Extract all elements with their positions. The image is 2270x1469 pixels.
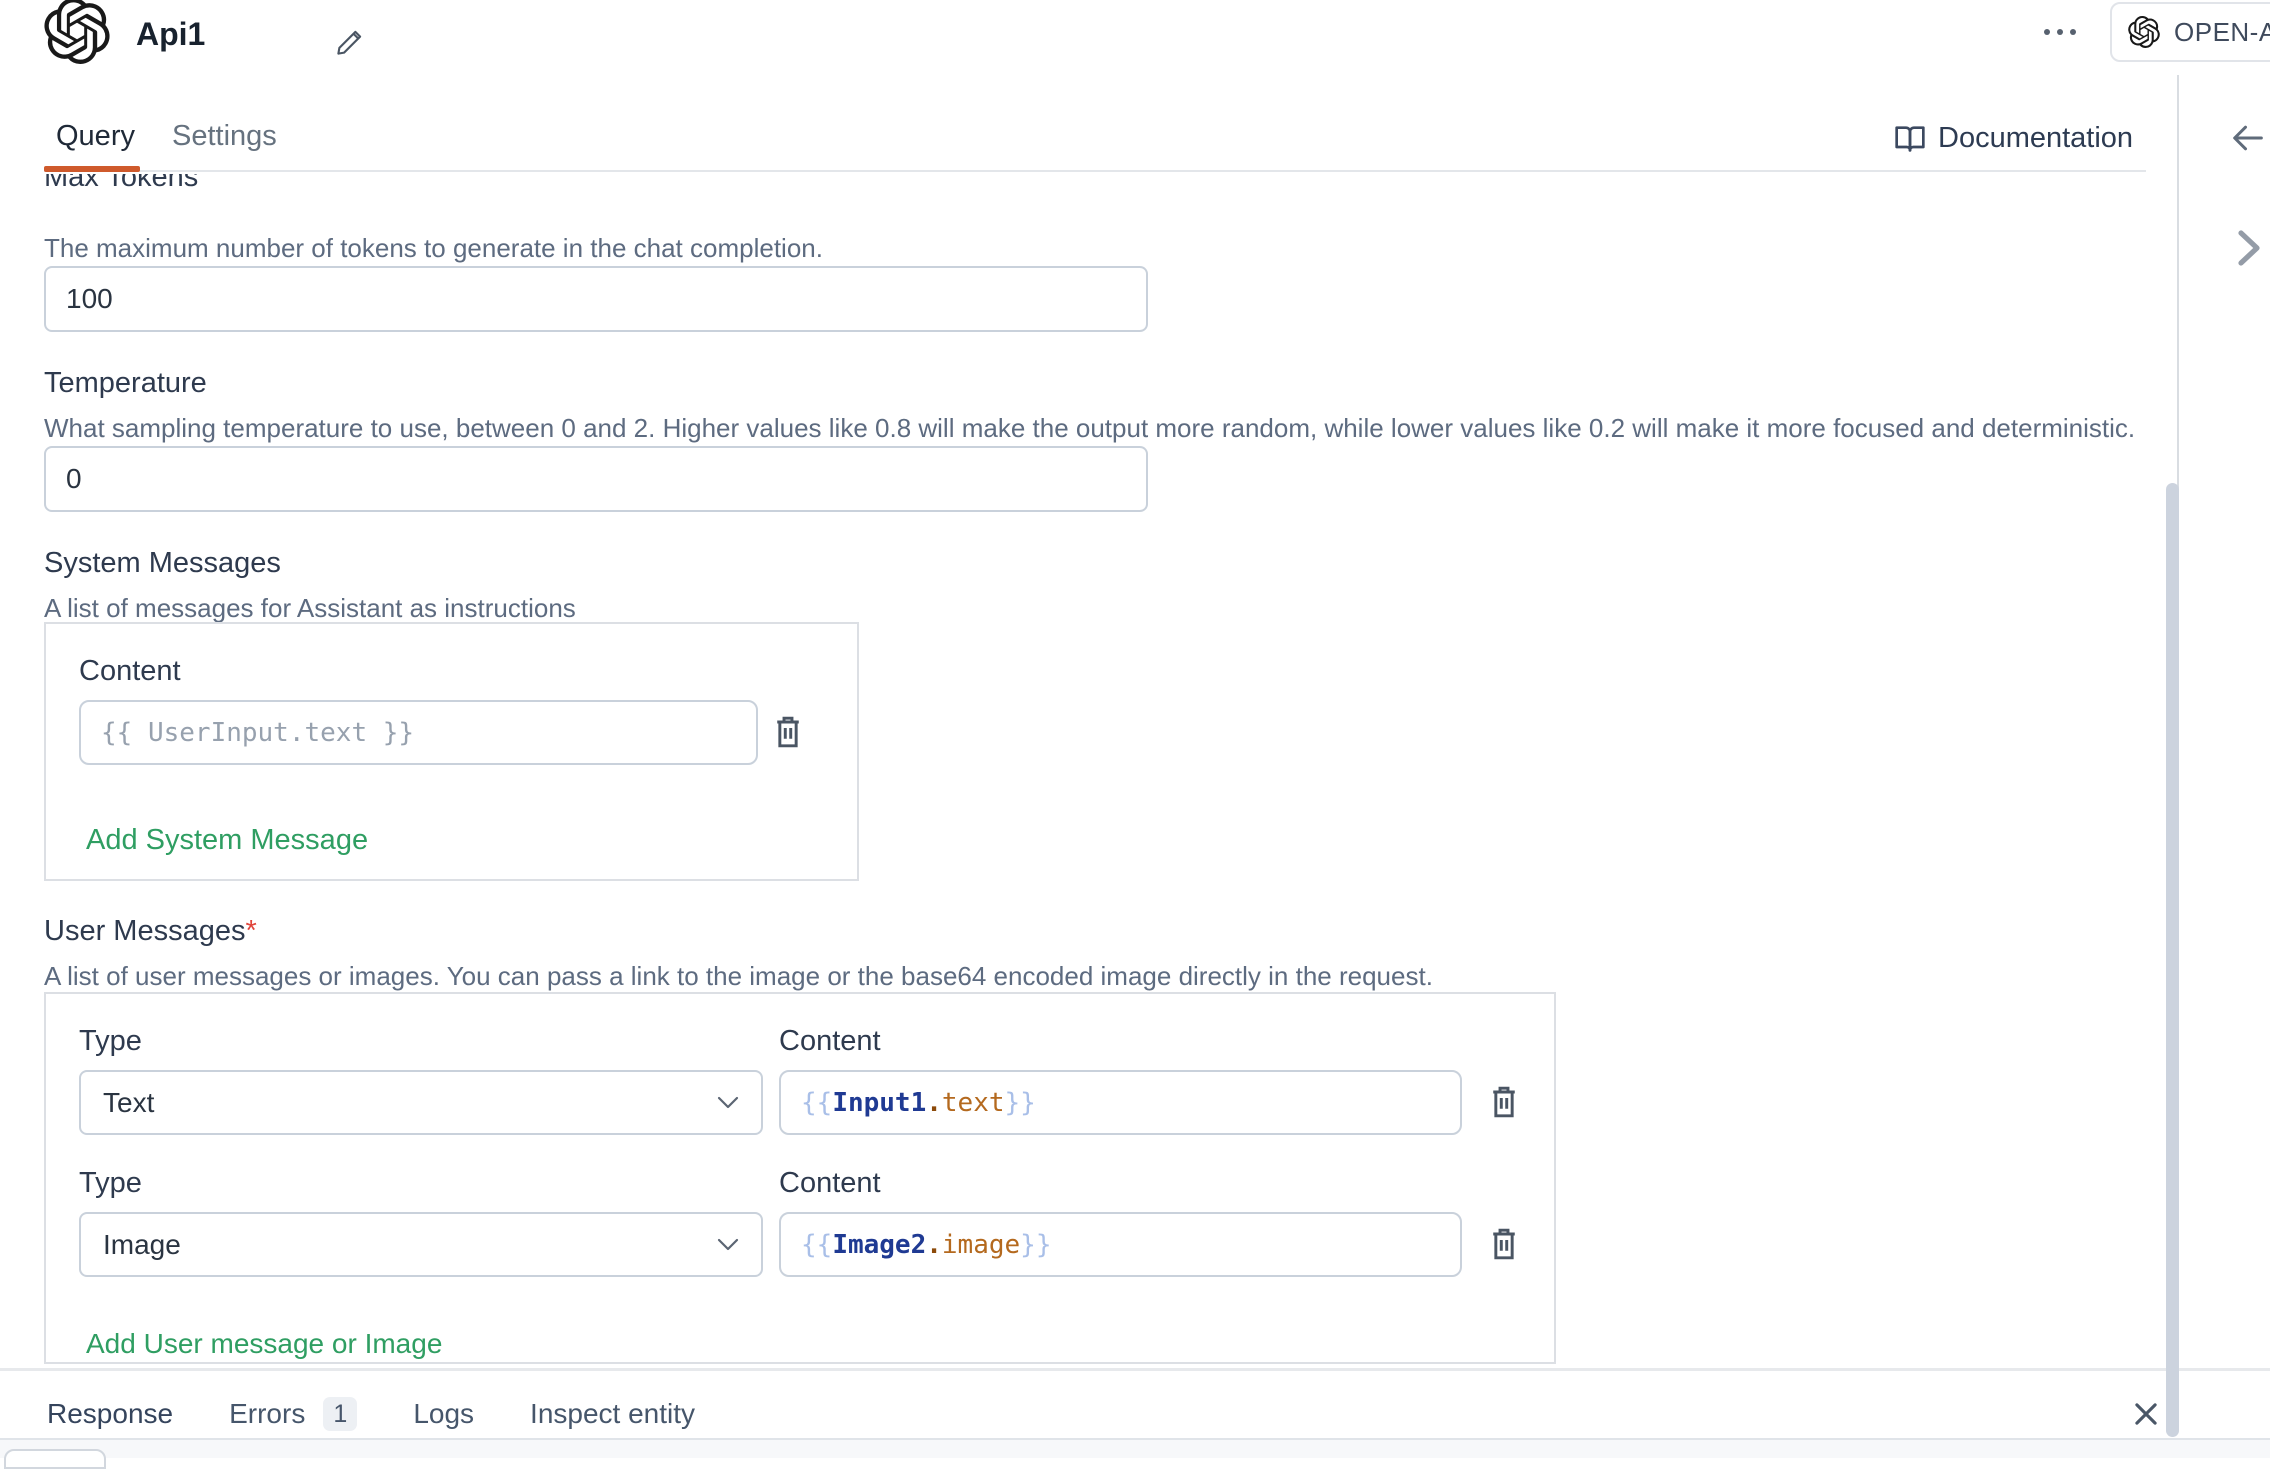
tab-logs[interactable]: Logs bbox=[413, 1398, 474, 1430]
more-options-button[interactable] bbox=[2038, 24, 2082, 40]
response-panel-tabs: Response Errors 1 Logs Inspect entity bbox=[47, 1397, 695, 1431]
chevron-down-icon bbox=[717, 1096, 739, 1109]
delete-system-message-button[interactable] bbox=[770, 712, 806, 752]
system-messages-description: A list of messages for Assistant as inst… bbox=[44, 592, 576, 624]
delete-row1-button[interactable] bbox=[1486, 1082, 1522, 1122]
book-icon bbox=[1894, 124, 1926, 154]
max-tokens-value: 100 bbox=[66, 283, 113, 315]
tab-query[interactable]: Query bbox=[56, 120, 135, 153]
temperature-description: What sampling temperature to use, betwee… bbox=[44, 412, 2135, 444]
pencil-icon bbox=[335, 27, 365, 57]
response-chip bbox=[4, 1449, 106, 1469]
system-content-label: Content bbox=[79, 654, 181, 688]
user-messages-label: User Messages* bbox=[44, 914, 257, 948]
datasource-label: OPEN-AI bbox=[2174, 17, 2270, 48]
system-messages-label: System Messages bbox=[44, 546, 281, 580]
tab-settings[interactable]: Settings bbox=[172, 120, 277, 153]
tab-errors[interactable]: Errors 1 bbox=[229, 1397, 357, 1431]
response-body-area bbox=[0, 1440, 2270, 1458]
trash-icon bbox=[1489, 1227, 1519, 1261]
user-messages-description: A list of user messages or images. You c… bbox=[44, 960, 1433, 992]
row2-type-label: Type bbox=[79, 1166, 142, 1200]
tab-response[interactable]: Response bbox=[47, 1398, 173, 1430]
system-messages-group: Content {{ UserInput.text }} Add System … bbox=[44, 622, 859, 881]
add-user-message-link[interactable]: Add User message or Image bbox=[86, 1328, 442, 1360]
openai-logo-icon bbox=[44, 0, 110, 64]
tab-inspect-entity[interactable]: Inspect entity bbox=[530, 1398, 695, 1430]
row2-content-label: Content bbox=[779, 1166, 881, 1200]
row1-type-select[interactable]: Text bbox=[79, 1070, 763, 1135]
api-editor-page: Api1 OPEN-AI Query Settings Documentatio… bbox=[0, 0, 2270, 1458]
row1-content-input[interactable]: {{Input1.text}} bbox=[779, 1070, 1462, 1135]
row1-type-label: Type bbox=[79, 1024, 142, 1058]
max-tokens-label: Max Tokens bbox=[44, 174, 198, 194]
delete-row2-button[interactable] bbox=[1486, 1224, 1522, 1264]
chevron-right-icon bbox=[2234, 228, 2264, 268]
trash-icon bbox=[1489, 1085, 1519, 1119]
errors-count-badge: 1 bbox=[323, 1397, 357, 1431]
add-system-message-link[interactable]: Add System Message bbox=[86, 824, 368, 857]
system-content-input[interactable]: {{ UserInput.text }} bbox=[79, 700, 758, 765]
arrow-left-icon bbox=[2228, 118, 2268, 158]
back-arrow-button[interactable] bbox=[2228, 118, 2268, 158]
row1-content-code: {{Input1.text}} bbox=[801, 1088, 1036, 1118]
edit-name-button[interactable] bbox=[330, 22, 370, 62]
row2-content-input[interactable]: {{Image2.image}} bbox=[779, 1212, 1462, 1277]
ellipsis-icon bbox=[2044, 29, 2050, 35]
close-panel-button[interactable] bbox=[2124, 1392, 2168, 1436]
max-tokens-description: The maximum number of tokens to generate… bbox=[44, 232, 823, 264]
required-asterisk: * bbox=[245, 915, 256, 947]
vertical-scrollbar[interactable] bbox=[2166, 483, 2179, 1437]
expand-panel-button[interactable] bbox=[2234, 228, 2268, 268]
query-title: Api1 bbox=[136, 16, 205, 53]
tab-bottom-border bbox=[44, 170, 2146, 172]
chevron-down-icon bbox=[717, 1238, 739, 1251]
active-tab-underline bbox=[44, 166, 140, 172]
trash-icon bbox=[773, 715, 803, 749]
temperature-value: 0 bbox=[66, 463, 82, 495]
datasource-button[interactable]: OPEN-AI bbox=[2110, 2, 2270, 62]
row1-content-label: Content bbox=[779, 1024, 881, 1058]
system-content-placeholder: {{ UserInput.text }} bbox=[101, 718, 414, 748]
query-form-scroll-area: Max Tokens The maximum number of tokens … bbox=[0, 174, 2166, 1368]
max-tokens-input[interactable]: 100 bbox=[44, 266, 1148, 332]
close-icon bbox=[2133, 1401, 2159, 1427]
documentation-link[interactable]: Documentation bbox=[1894, 122, 2133, 155]
temperature-input[interactable]: 0 bbox=[44, 446, 1148, 512]
row2-content-code: {{Image2.image}} bbox=[801, 1230, 1051, 1260]
openai-logo-icon-small bbox=[2128, 16, 2160, 48]
user-messages-group: Type Content Text {{Input1.text}} Type C… bbox=[44, 992, 1556, 1364]
temperature-label: Temperature bbox=[44, 366, 207, 400]
row2-type-select[interactable]: Image bbox=[79, 1212, 763, 1277]
documentation-label: Documentation bbox=[1938, 122, 2133, 155]
